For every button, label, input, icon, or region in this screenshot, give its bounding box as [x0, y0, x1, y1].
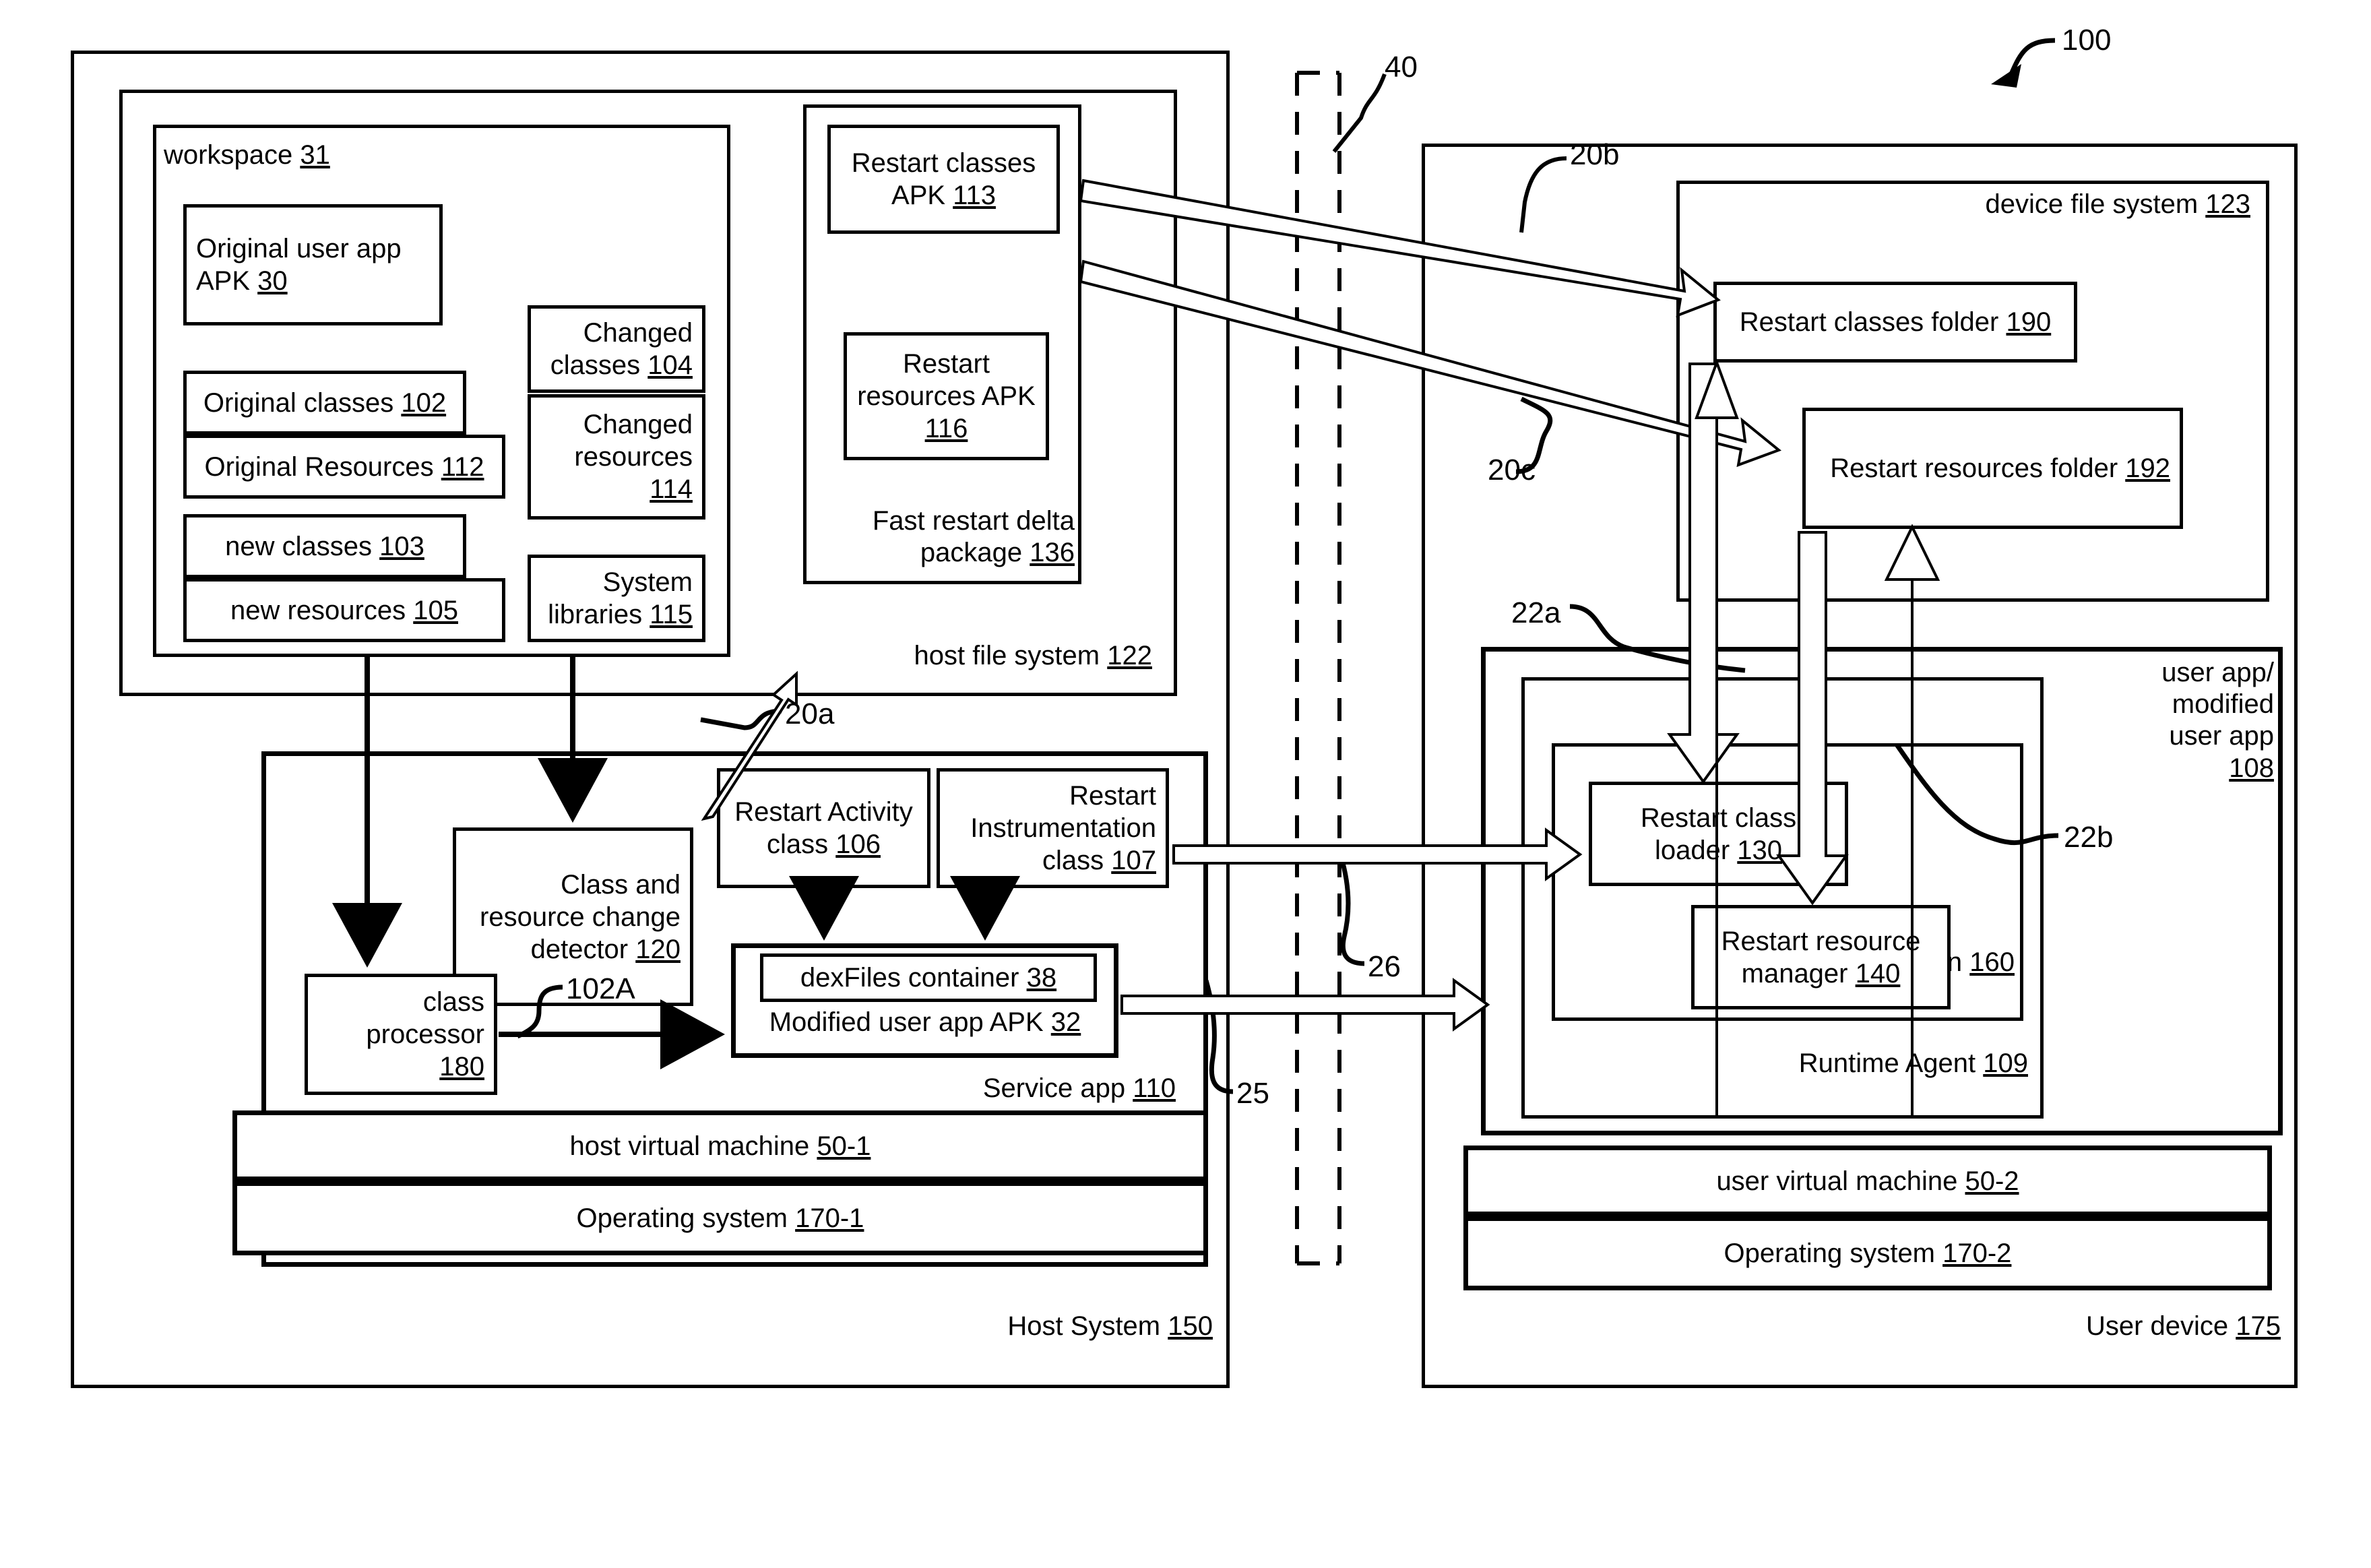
workspace-item-changed-resources: Changed resources 114: [528, 394, 705, 520]
callout-100: 100: [2062, 24, 2112, 57]
restart-classes-apk-box: Restart classes APK 113: [827, 125, 1060, 234]
workspace-title: workspace 31: [164, 140, 330, 170]
fast-restart-delta-package-title: Fast restart delta package 136: [872, 506, 1075, 568]
restart-classes-folder-box: Restart classes folder 190: [1713, 282, 2077, 363]
callout-100-arrowhead: [1991, 64, 2021, 88]
callout-102A: 102A: [566, 972, 635, 1005]
workspace-item-new-resources: new resources 105: [183, 578, 505, 642]
host-system-title: Host System 150: [1007, 1311, 1213, 1341]
host-operating-system-box: Operating system 170-1: [232, 1181, 1208, 1255]
callout-20a: 20a: [785, 697, 835, 730]
service-app-title: Service app 110: [982, 1073, 1176, 1103]
restart-resources-folder-box: Restart resources folder 192: [1802, 408, 2183, 529]
workspace-item-original-user-app: Original user app APK 30: [183, 204, 443, 325]
callout-25: 25: [1236, 1077, 1269, 1110]
restart-activity-class-box: Restart Activity class 106: [717, 768, 930, 888]
host-file-system-title: host file system 122: [914, 641, 1152, 670]
network-boundary-dashed: [1295, 71, 1341, 1265]
modified-user-app-apk-label: Modified user app APK 32: [769, 1007, 1081, 1037]
workspace-item-original-classes: Original classes 102: [183, 371, 466, 435]
workspace-item-original-resources: Original Resources 112: [183, 435, 505, 499]
callout-20b: 20b: [1570, 138, 1620, 171]
patent-figure-canvas: Host System 150 host file system 122 wor…: [0, 0, 2371, 1568]
callout-20c: 20c: [1488, 453, 1536, 487]
restart-class-loader-box: Restart class loader 130: [1589, 782, 1848, 886]
callout-40-leader: [1332, 73, 1387, 153]
host-virtual-machine-box: host virtual machine 50-1: [232, 1110, 1208, 1181]
runtime-agent-title: Runtime Agent 109: [1798, 1048, 2028, 1078]
workspace-item-system-libraries: System libraries 115: [528, 555, 705, 642]
device-file-system-title: device file system 123: [1985, 189, 2250, 219]
callout-40: 40: [1385, 51, 1418, 84]
user-operating-system-box: Operating system 170-2: [1463, 1216, 2272, 1290]
user-virtual-machine-box: user virtual machine 50-2: [1463, 1146, 2272, 1216]
user-device-title: User device 175: [2085, 1311, 2281, 1341]
restart-resources-apk-box: Restart resources APK 116: [844, 332, 1049, 460]
callout-26-leader: [1338, 854, 1365, 966]
user-app-title: user app/ modified user app 108: [2161, 658, 2274, 783]
callout-100-leader: [2009, 38, 2056, 75]
workspace-item-new-classes: new classes 103: [183, 514, 466, 578]
class-processor-box: class processor 180: [305, 974, 497, 1095]
dexfiles-container-box: dexFiles container 38: [760, 953, 1097, 1002]
workspace-item-changed-classes: Changed classes 104: [528, 305, 705, 393]
callout-26: 26: [1368, 950, 1401, 983]
restart-resource-manager-box: Restart resource manager 140: [1691, 905, 1951, 1009]
restart-instrumentation-class-box: Restart Instrumentation class 107: [937, 768, 1169, 888]
device-file-system-container: [1676, 181, 2269, 602]
callout-22b: 22b: [2064, 821, 2114, 854]
callout-22a: 22a: [1511, 596, 1561, 629]
